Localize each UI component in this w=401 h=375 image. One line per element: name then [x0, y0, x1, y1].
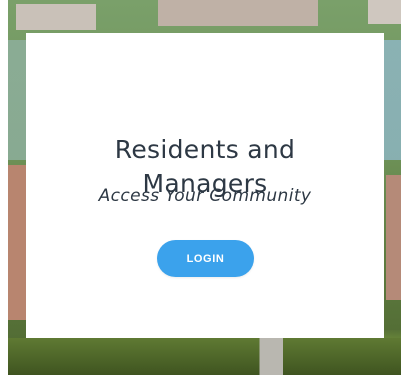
card-subtitle: Access Your Community	[98, 186, 312, 206]
page: Residents and Managers Access Your Commu…	[0, 0, 401, 375]
card-title-line-1: Residents and	[114, 135, 296, 164]
login-button[interactable]: LOGIN	[157, 240, 254, 277]
login-card: Residents and Managers Access Your Commu…	[26, 33, 384, 338]
